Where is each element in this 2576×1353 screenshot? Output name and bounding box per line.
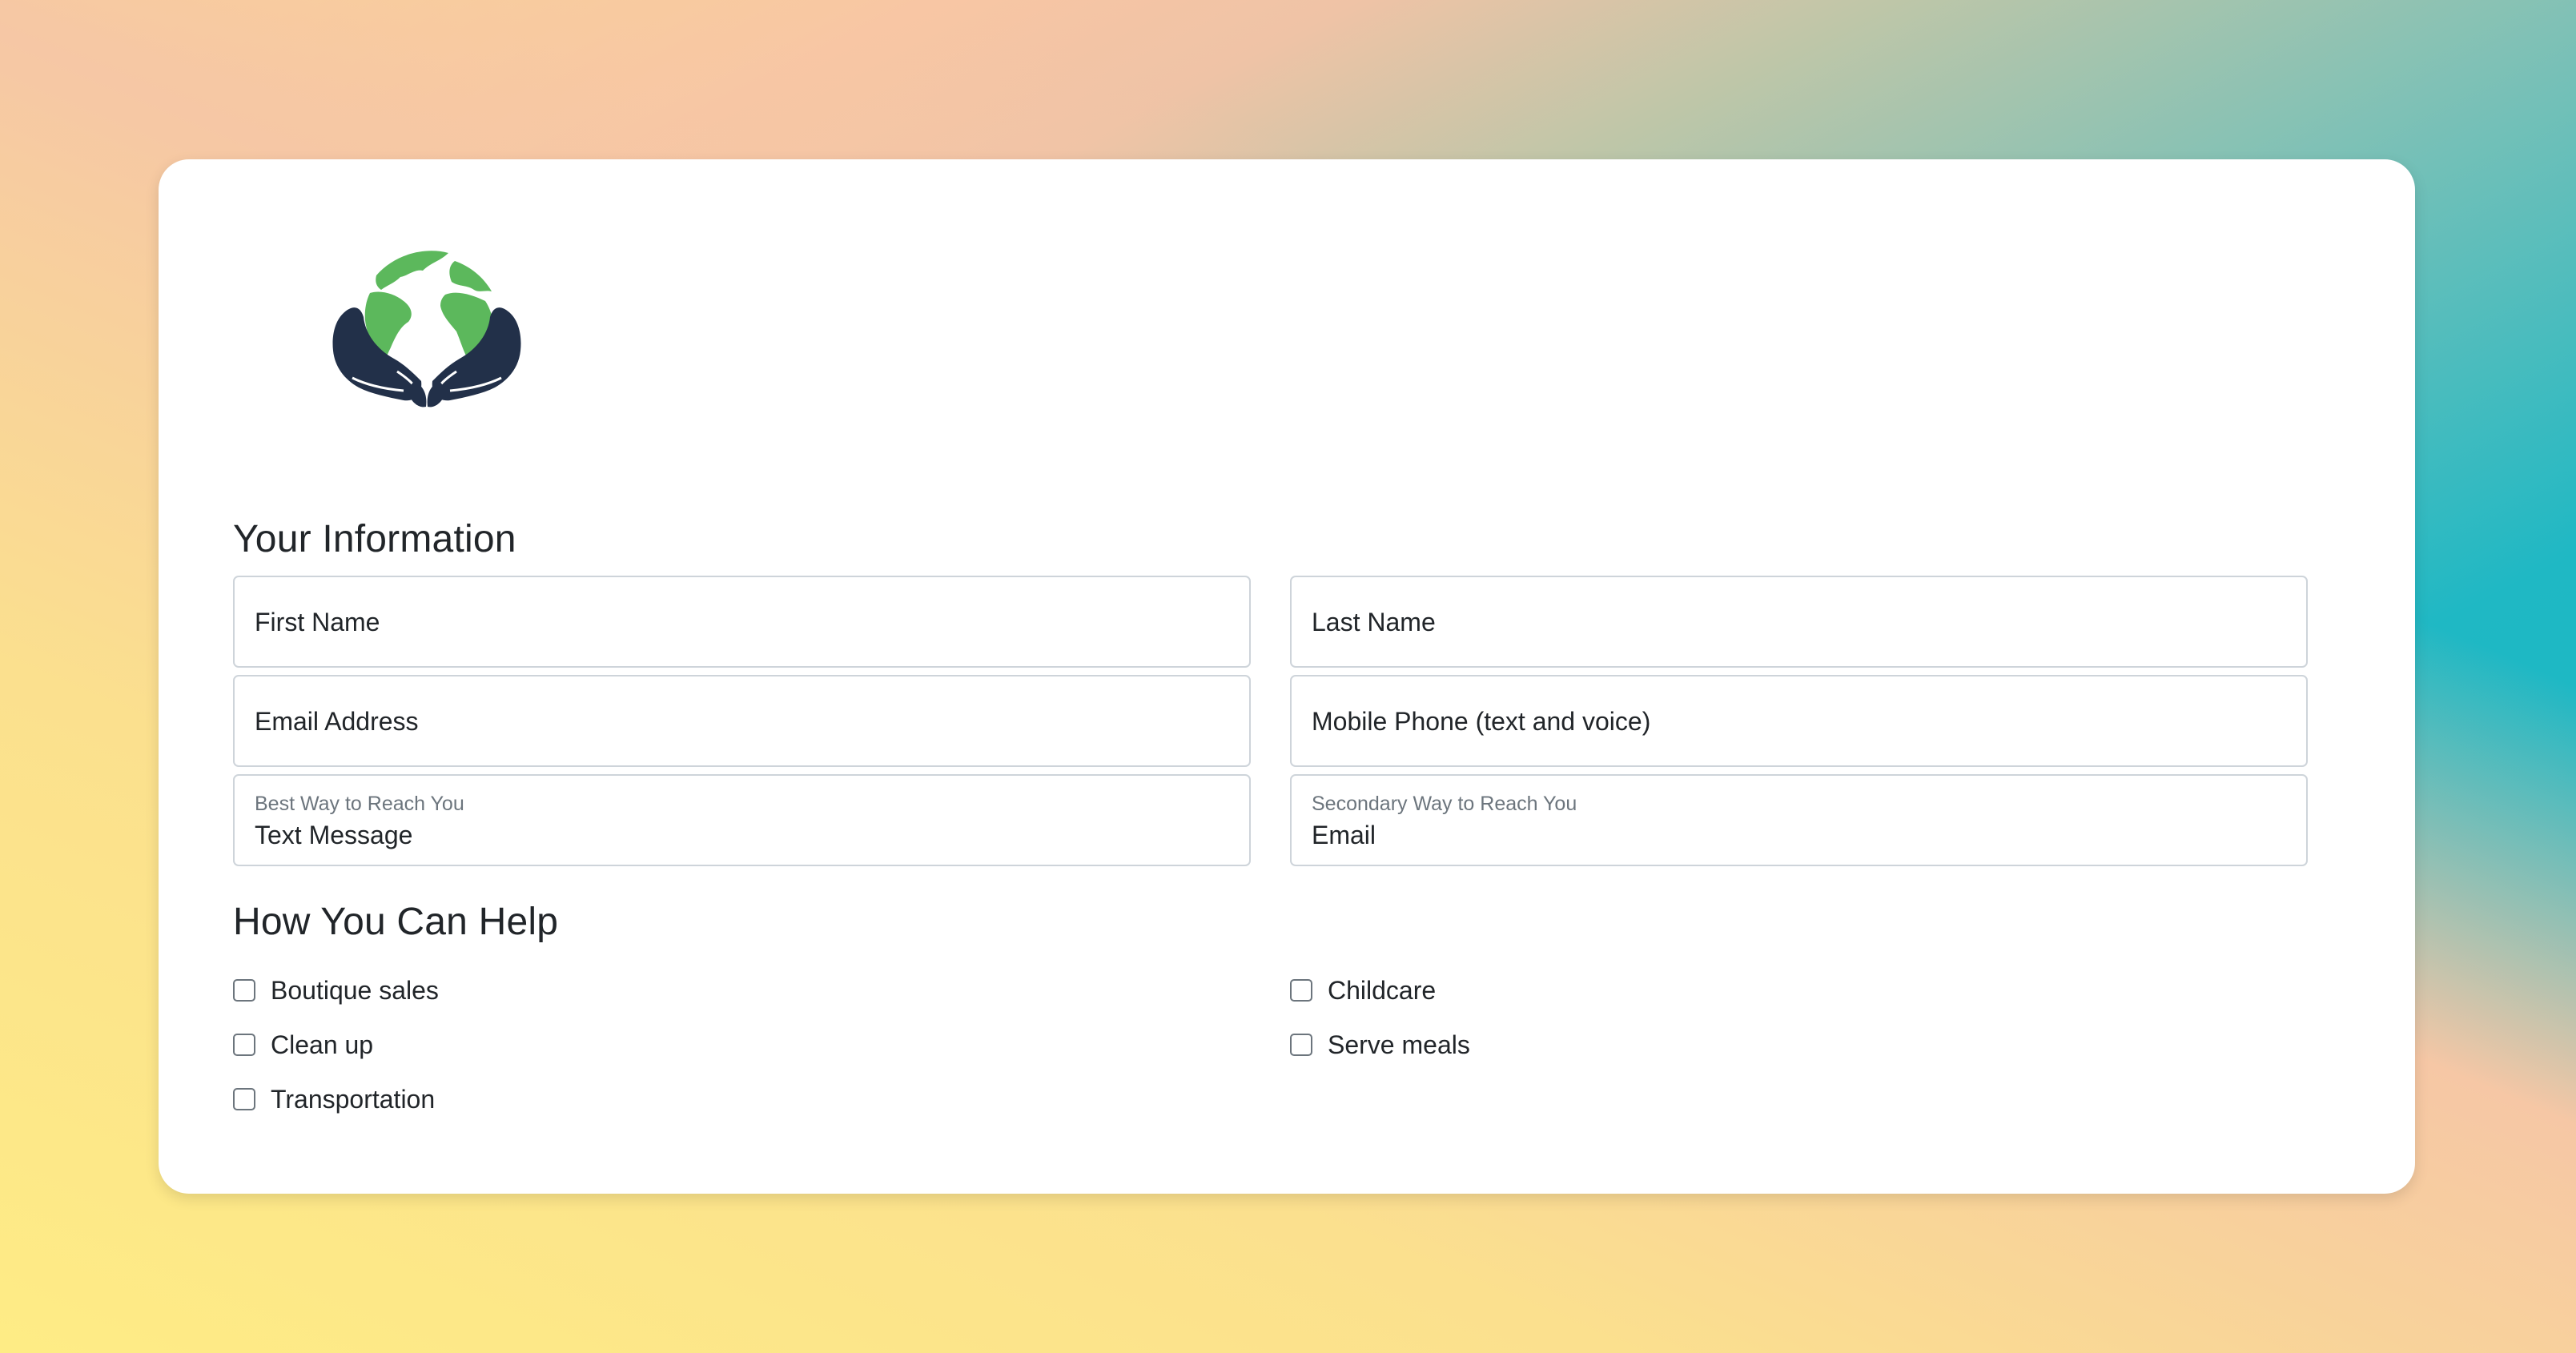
- best-way-to-reach-value: Text Message: [255, 821, 413, 849]
- checkbox-transportation[interactable]: Transportation: [233, 1083, 435, 1115]
- checkbox-box[interactable]: [1290, 1034, 1312, 1056]
- checkbox-serve-meals[interactable]: Serve meals: [1290, 1029, 1470, 1061]
- last-name-input[interactable]: Last Name: [1290, 576, 2308, 668]
- checkbox-label: Boutique sales: [271, 975, 439, 1005]
- secondary-way-to-reach-label: Secondary Way to Reach You: [1312, 793, 1577, 815]
- checkbox-box[interactable]: [233, 1088, 255, 1110]
- secondary-way-to-reach-select[interactable]: Secondary Way to Reach You Email: [1290, 774, 2308, 866]
- mobile-phone-placeholder: Mobile Phone (text and voice): [1312, 707, 1651, 736]
- first-name-placeholder: First Name: [255, 608, 380, 636]
- globe-in-hands-icon: [332, 251, 521, 408]
- checkbox-clean-up[interactable]: Clean up: [233, 1029, 373, 1061]
- checkbox-box[interactable]: [233, 979, 255, 1002]
- last-name-placeholder: Last Name: [1312, 608, 1436, 636]
- email-address-input[interactable]: Email Address: [233, 675, 1251, 767]
- best-way-to-reach-label: Best Way to Reach You: [255, 793, 464, 815]
- checkbox-label: Transportation: [271, 1084, 436, 1114]
- your-information-heading: Your Information: [233, 518, 516, 560]
- best-way-to-reach-select[interactable]: Best Way to Reach You Text Message: [233, 774, 1251, 866]
- checkbox-label: Clean up: [271, 1030, 374, 1059]
- how-you-can-help-heading: How You Can Help: [233, 901, 559, 943]
- first-name-input[interactable]: First Name: [233, 576, 1251, 668]
- checkbox-label: Childcare: [1328, 975, 1437, 1005]
- checkbox-label: Serve meals: [1328, 1030, 1470, 1059]
- mobile-phone-input[interactable]: Mobile Phone (text and voice): [1290, 675, 2308, 767]
- checkbox-box[interactable]: [1290, 979, 1312, 1002]
- secondary-way-to-reach-value: Email: [1312, 821, 1376, 849]
- checkbox-childcare[interactable]: Childcare: [1290, 974, 1436, 1006]
- email-address-placeholder: Email Address: [255, 707, 419, 736]
- checkbox-box[interactable]: [233, 1034, 255, 1056]
- checkbox-boutique-sales[interactable]: Boutique sales: [233, 974, 439, 1006]
